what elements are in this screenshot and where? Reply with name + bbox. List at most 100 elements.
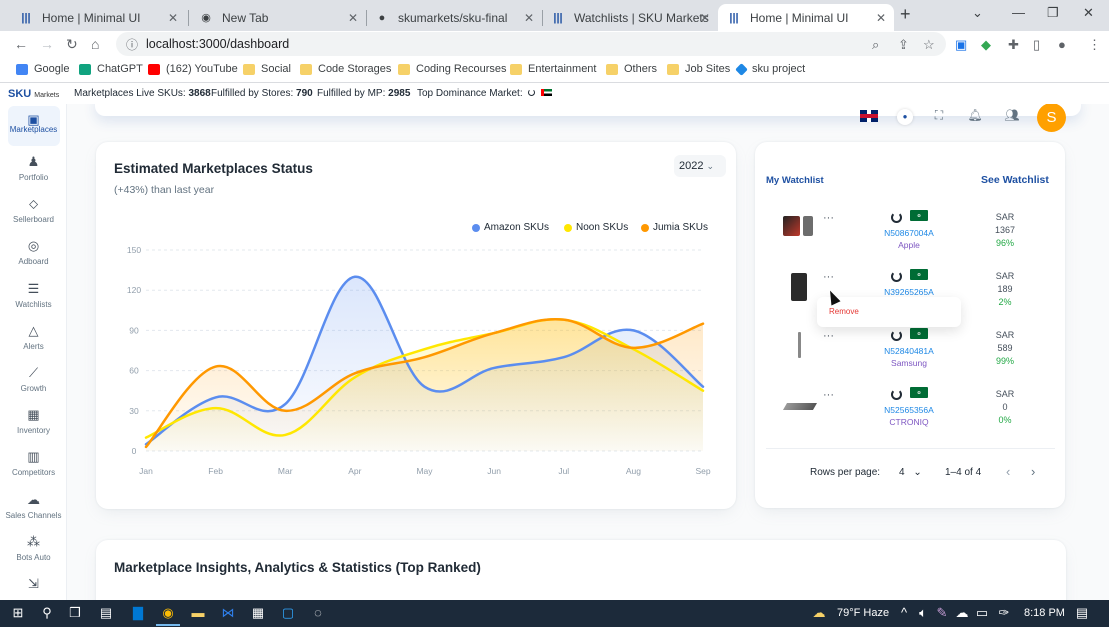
back-icon[interactable]: ← — [14, 36, 28, 52]
pen-icon[interactable]: ✎ — [933, 605, 951, 622]
app-grid-icon[interactable]: ▦ — [249, 605, 267, 622]
store-icon[interactable]: ▤ — [97, 605, 115, 622]
bookmark-google[interactable]: Google — [16, 63, 69, 75]
tab-5-active[interactable]: ||| Home | Minimal UI ✕ — [718, 4, 894, 31]
price-value: 189 — [997, 284, 1013, 294]
tab-4[interactable]: ||| Watchlists | SKU Markets ✕ — [542, 4, 718, 31]
extension-globe-icon[interactable]: ◆ — [981, 37, 991, 53]
new-tab-button[interactable]: + — [900, 4, 911, 25]
bookmark-others[interactable]: Others — [606, 63, 657, 75]
laptop-icon — [782, 391, 818, 415]
vscode-icon[interactable]: ⋈ — [219, 605, 237, 622]
area-chart[interactable]: 0 30 60 90 120 150 Jan Feb Mar Apr May Jun Jul Aug Sep — [96, 142, 736, 509]
prev-page-icon[interactable]: ‹ — [1006, 464, 1010, 479]
sidebar-item-alerts[interactable]: △ Alerts — [0, 323, 67, 363]
rows-per-page-select[interactable]: 4 ⌄ — [899, 467, 922, 478]
fullscreen-icon[interactable]: ⛶ — [929, 108, 949, 126]
chevron-down-icon[interactable]: ⌄ — [972, 5, 983, 21]
more-options-icon[interactable]: ··· — [823, 330, 834, 342]
tab-2[interactable]: ◉ New Tab ✕ — [190, 4, 366, 31]
users-icon[interactable]: 👥︎ — [1002, 108, 1022, 126]
close-icon[interactable]: ✕ — [876, 11, 886, 25]
tab-1[interactable]: ||| Home | Minimal UI ✕ — [10, 4, 186, 31]
bell-icon[interactable]: 🔔︎ — [965, 108, 985, 126]
stat-live-skus: Marketplaces Live SKUs: 3868 — [74, 88, 211, 99]
more-options-icon[interactable]: ··· — [823, 271, 834, 283]
bars-icon: ||| — [21, 11, 31, 24]
uk-flag-icon[interactable] — [860, 110, 878, 122]
currency-label: SAR — [995, 389, 1015, 399]
sidebar-item-portfolio[interactable]: ♟ Portfolio — [0, 154, 67, 194]
sidebar-item-inventory[interactable]: ▦ Inventory — [0, 407, 67, 447]
bookmark-social[interactable]: Social — [243, 63, 291, 75]
sidebar-item-growth[interactable]: ⟋ Growth — [0, 365, 67, 405]
app-logo[interactable]: SKU Markets — [8, 88, 59, 100]
sku-link[interactable]: N39265265A — [865, 287, 953, 297]
minimize-icon[interactable]: — — [1012, 5, 1025, 20]
close-window-icon[interactable]: ✕ — [1083, 5, 1094, 21]
share-icon[interactable]: ⇪ — [898, 37, 909, 53]
change-value: 99% — [995, 356, 1014, 366]
obs-icon[interactable]: ◌ — [309, 605, 327, 622]
sidebar-item-adboard[interactable]: ◎ Adboard — [0, 238, 67, 278]
profile-avatar-icon[interactable]: ● — [1058, 37, 1066, 52]
close-icon[interactable]: ✕ — [348, 11, 358, 25]
notifications-icon[interactable]: ▤ — [1073, 605, 1091, 622]
bookmark-code-storages[interactable]: Code Storages — [300, 63, 391, 75]
puzzle-icon[interactable]: ✚ — [1008, 37, 1019, 53]
sku-link[interactable]: N50867004A — [865, 228, 953, 238]
sidebar-item-watchlists[interactable]: ☰ Watchlists — [0, 281, 67, 321]
task-view-icon[interactable]: ❒ — [66, 605, 84, 622]
sku-link[interactable]: N52840481A — [865, 346, 953, 356]
next-page-icon[interactable]: › — [1031, 464, 1035, 479]
network-icon[interactable]: ▭ — [973, 605, 991, 622]
chrome-icon[interactable]: ◉ — [159, 605, 177, 622]
bookmark-chatgpt[interactable]: ChatGPT — [79, 63, 143, 75]
cloud-icon[interactable]: ☁ — [953, 605, 971, 622]
avatar[interactable]: S — [1037, 104, 1066, 132]
sidepanel-icon[interactable]: ▯ — [1033, 37, 1040, 53]
see-watchlist-link[interactable]: See Watchlist — [981, 174, 1049, 186]
close-icon[interactable]: ✕ — [524, 11, 534, 25]
speaker-icon[interactable]: 🔈︎ — [914, 605, 932, 622]
more-options-icon[interactable]: ··· — [823, 212, 834, 224]
forward-icon[interactable]: → — [40, 36, 54, 52]
url-input[interactable]: ⓘ localhost:3000/dashboard — [116, 32, 946, 56]
home-icon[interactable]: ⌂ — [91, 36, 99, 52]
sidebar-item-sellerboard[interactable]: ⬦ Sellerboard — [0, 196, 67, 236]
clock-time[interactable]: 8:18 PM — [1024, 607, 1065, 619]
star-icon[interactable]: ☆ — [923, 37, 935, 53]
sidebar-item-sales-channels[interactable]: ☁ Sales Channels — [0, 492, 67, 532]
sidebar-item-marketplaces[interactable]: ▣ Marketplaces — [0, 106, 67, 146]
sku-link[interactable]: N52565356A — [865, 405, 953, 415]
windows-start-icon[interactable]: ⊞ — [9, 605, 27, 622]
bookmark-youtube[interactable]: (162) YouTube — [148, 63, 238, 75]
menu-icon[interactable]: ⋮ — [1088, 37, 1101, 53]
sidebar-item-competitors[interactable]: ▥ Competitors — [0, 449, 67, 489]
change-value: 0% — [998, 415, 1012, 425]
close-icon[interactable]: ✕ — [168, 11, 178, 25]
pen-settings-icon[interactable]: ✑ — [995, 605, 1013, 622]
photoshop-icon[interactable]: ▢ — [279, 605, 297, 622]
search-icon[interactable]: ⚲ — [38, 605, 56, 622]
dot-icon[interactable]: ● — [895, 108, 915, 126]
app-icon[interactable]: ▇ — [129, 605, 147, 622]
restore-icon[interactable]: ❐ — [1047, 5, 1059, 21]
chevron-up-icon[interactable]: ^ — [895, 605, 913, 622]
more-options-icon[interactable]: ··· — [823, 389, 834, 401]
weather-icon[interactable]: ☁ — [810, 605, 828, 622]
translate-icon[interactable]: ▣ — [955, 37, 967, 53]
close-icon[interactable]: ✕ — [700, 11, 710, 25]
bookmark-coding-recourses[interactable]: Coding Recourses — [398, 63, 507, 75]
uae-flag-icon — [541, 89, 553, 96]
tab-3[interactable]: ● skumarkets/sku-final ✕ — [366, 4, 542, 31]
zoom-icon[interactable]: ⌕ — [872, 37, 879, 53]
sidebar-item-bots-auto[interactable]: ⁂ Bots Auto — [0, 534, 67, 574]
info-icon[interactable]: ⓘ — [126, 36, 138, 53]
weather-text[interactable]: 79°F Haze — [837, 607, 889, 619]
bookmark-entertainment[interactable]: Entertainment — [510, 63, 596, 75]
bookmark-job-sites[interactable]: Job Sites — [667, 63, 730, 75]
bookmark-sku-project[interactable]: sku project — [735, 62, 805, 76]
reload-icon[interactable]: ↻ — [66, 36, 78, 53]
file-explorer-icon[interactable]: ▬ — [189, 605, 207, 622]
